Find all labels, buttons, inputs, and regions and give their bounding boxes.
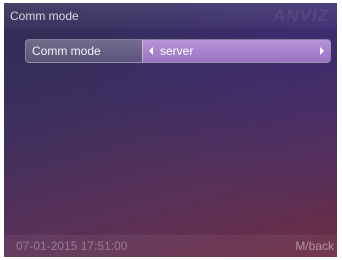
page-title: Comm mode [10,9,79,23]
comm-mode-label: Comm mode [32,44,101,58]
device-screen: Comm mode ANVIZ Comm mode server 07-01-2… [4,3,337,257]
brand-logo: ANVIZ [273,6,329,25]
comm-mode-value: server [160,44,194,58]
comm-mode-setting-row[interactable]: Comm mode server [25,39,331,63]
back-hint: M/back [295,239,334,253]
arrow-left-icon[interactable] [149,47,153,55]
title-bar: Comm mode ANVIZ [4,3,337,29]
datetime-readout: 07-01-2015 17:51:00 [16,239,128,253]
arrow-right-icon[interactable] [320,47,324,55]
comm-mode-selector[interactable]: server [142,40,330,62]
status-bar: 07-01-2015 17:51:00 M/back [4,235,337,257]
